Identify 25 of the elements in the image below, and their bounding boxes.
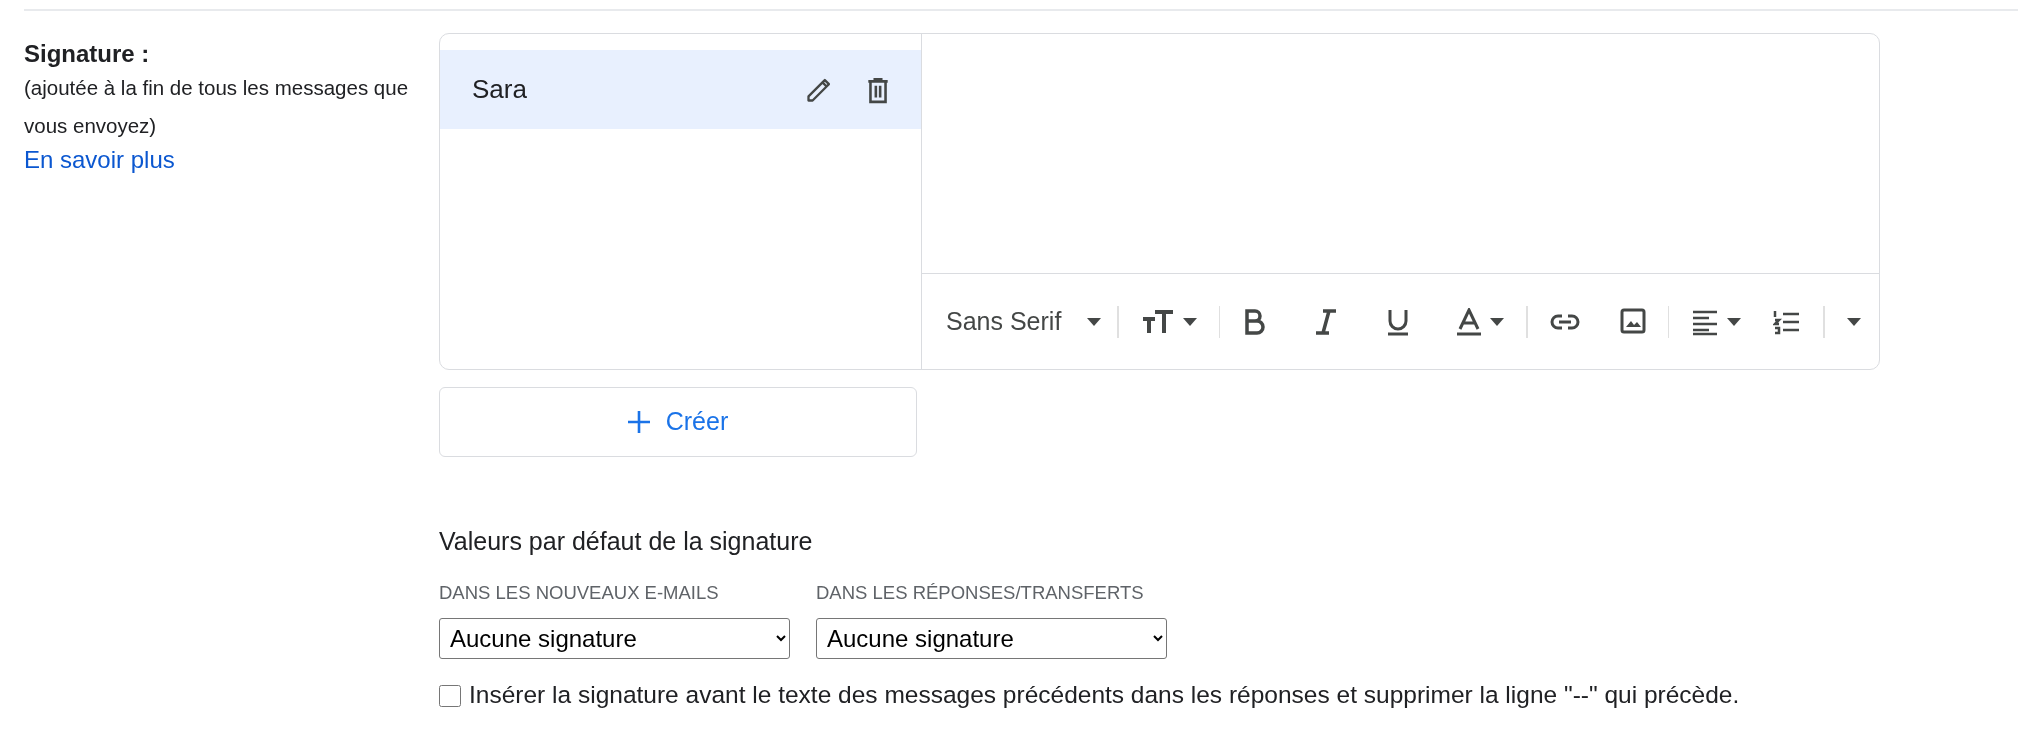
- underline-icon[interactable]: [1386, 307, 1411, 336]
- caret-icon: [1182, 318, 1197, 327]
- font-dropdown[interactable]: Sans Serif: [940, 302, 1108, 341]
- plus-icon: [627, 411, 650, 433]
- more-caret-icon: [1846, 317, 1861, 326]
- image-icon[interactable]: [1619, 307, 1646, 336]
- section-description: (ajoutée à la fin de tous les messages que vous envoyez): [24, 75, 410, 139]
- field-label: DANS LES NOUVEAUX E-MAILS: [439, 580, 720, 605]
- defaults-heading: Valeurs par défaut de la signature: [439, 526, 814, 557]
- create-button[interactable]: Créer: [439, 387, 917, 457]
- italic-icon[interactable]: [1314, 307, 1339, 336]
- learn-more-link[interactable]: En savoir plus: [24, 146, 175, 173]
- bold-icon[interactable]: [1242, 307, 1267, 336]
- signature-item[interactable]: Sara: [440, 50, 921, 129]
- caret-icon: [1727, 318, 1742, 327]
- delete-icon[interactable]: [865, 75, 891, 104]
- signature-select[interactable]: Aucune signature: [439, 618, 790, 660]
- section-title: Signature :: [24, 39, 151, 69]
- caret-icon: [1087, 317, 1102, 326]
- signature-select[interactable]: Aucune signature: [816, 618, 1167, 660]
- checkbox-label: Insérer la signature avant le texte des messages précédents dans les réponses et supprimer la ligne "--" qui précède.: [469, 680, 1740, 711]
- checkbox[interactable]: [439, 684, 461, 707]
- text-color-icon[interactable]: [1456, 307, 1483, 336]
- caret-icon: [1490, 318, 1505, 327]
- field-label: DANS LES RÉPONSES/TRANSFERTS: [816, 580, 1145, 605]
